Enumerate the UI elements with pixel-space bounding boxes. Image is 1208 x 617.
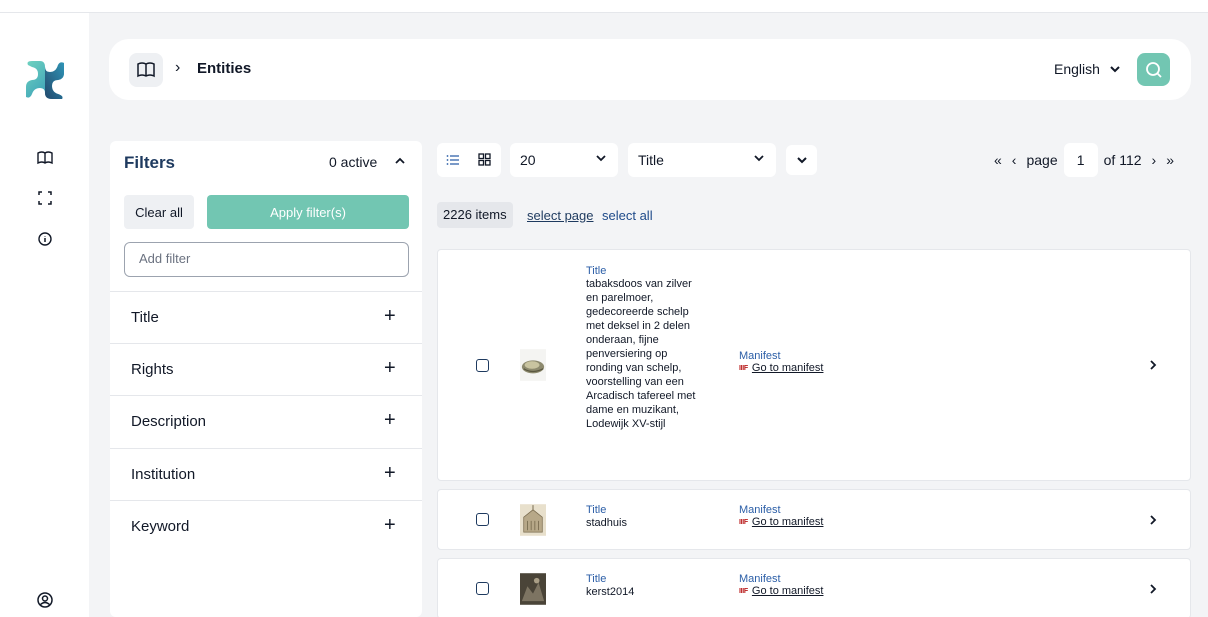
iiif-icon: IIIF [739, 587, 748, 595]
facet-institution[interactable]: Institution + [110, 448, 422, 500]
thumbnail-image[interactable] [520, 503, 546, 537]
open-item-chevron-icon[interactable] [1146, 358, 1160, 372]
title-field: Title tabaksdoos van zilver en parelmoer… [586, 265, 706, 431]
collapse-filters-button[interactable] [392, 152, 408, 168]
page-label: page [1026, 152, 1058, 168]
result-row[interactable]: Title tabaksdoos van zilver en parelmoer… [437, 249, 1191, 481]
page-total: of 112 [1103, 152, 1142, 168]
facet-rights[interactable]: Rights + [110, 343, 422, 395]
result-row[interactable]: Title kerst2014 Manifest IIIF Go to mani… [437, 558, 1191, 617]
title-field: Title stadhuis [586, 504, 706, 530]
fullscreen-icon[interactable] [36, 189, 54, 207]
open-item-chevron-icon[interactable] [1146, 582, 1160, 596]
go-to-manifest-link[interactable]: Go to manifest [752, 362, 824, 374]
title-value: stadhuis [586, 517, 627, 529]
top-bar: › Entities English [109, 39, 1191, 100]
facet-label: Title [131, 309, 159, 326]
apply-filters-button[interactable]: Apply filter(s) [207, 195, 409, 229]
facet-keyword[interactable]: Keyword + [110, 500, 422, 552]
page-size-select[interactable]: 20 [510, 143, 618, 177]
thumbnail-image[interactable] [520, 572, 546, 606]
open-item-chevron-icon[interactable] [1146, 513, 1160, 527]
facet-label: Keyword [131, 518, 190, 535]
sort-field-value: Title [638, 152, 664, 168]
sort-direction-button[interactable] [786, 145, 817, 175]
view-toggle-group [437, 143, 501, 177]
items-count: 2226 items [437, 202, 513, 228]
chevron-down-icon [796, 156, 807, 163]
filters-title: Filters [124, 153, 176, 172]
add-filter-input[interactable]: Add filter [124, 242, 409, 277]
facet-label: Institution [131, 466, 196, 483]
select-page-link[interactable]: select page [527, 208, 594, 223]
first-page-button[interactable]: « [994, 152, 1002, 168]
chevron-down-icon [1110, 65, 1120, 72]
plus-icon: + [384, 357, 396, 379]
pagination: « ‹ page 1 of 112 › » [994, 143, 1174, 177]
chevron-up-icon [395, 157, 405, 164]
go-to-manifest-link[interactable]: Go to manifest [752, 516, 824, 528]
clear-all-button[interactable]: Clear all [124, 195, 194, 229]
manifest-label: Manifest [739, 573, 781, 585]
next-page-button[interactable]: › [1152, 152, 1157, 168]
list-view-icon[interactable] [446, 153, 460, 171]
last-page-button[interactable]: » [1166, 152, 1174, 168]
plus-icon: + [384, 305, 396, 327]
user-icon[interactable] [36, 591, 54, 609]
language-label: English [1054, 61, 1100, 77]
grid-view-icon[interactable] [478, 153, 491, 171]
iiif-icon: IIIF [739, 518, 748, 526]
facet-description[interactable]: Description + [110, 395, 422, 447]
info-icon[interactable] [36, 230, 54, 248]
plus-icon: + [384, 409, 396, 431]
left-rail [0, 13, 89, 617]
page-title: Entities [197, 60, 252, 77]
chevron-down-icon [754, 155, 764, 162]
row-checkbox[interactable] [476, 359, 489, 372]
manifest-field: Manifest IIIF Go to manifest [739, 504, 899, 528]
page-size-value: 20 [520, 152, 536, 168]
breadcrumb-separator: › [175, 59, 181, 76]
app-logo[interactable] [24, 59, 66, 101]
manifest-field: Manifest IIIF Go to manifest [739, 350, 899, 374]
chevron-down-icon [596, 155, 606, 162]
iiif-icon: IIIF [739, 364, 748, 372]
title-label: Title [586, 265, 607, 277]
row-checkbox[interactable] [476, 513, 489, 526]
title-value: tabaksdoos van zilver en parelmoer, gede… [586, 278, 696, 430]
book-icon[interactable] [36, 149, 54, 167]
search-button[interactable] [1137, 53, 1170, 86]
result-row[interactable]: Title stadhuis Manifest IIIF Go to manif… [437, 489, 1191, 550]
thumbnail-image[interactable] [520, 348, 546, 382]
manifest-field: Manifest IIIF Go to manifest [739, 573, 899, 597]
title-value: kerst2014 [586, 586, 635, 598]
breadcrumb-home-button[interactable] [129, 53, 163, 87]
title-label: Title [586, 573, 607, 585]
search-icon [1145, 61, 1162, 78]
plus-icon: + [384, 462, 396, 484]
title-field: Title kerst2014 [586, 573, 706, 599]
go-to-manifest-link[interactable]: Go to manifest [752, 585, 824, 597]
language-selector[interactable]: English [1054, 61, 1120, 77]
facet-title[interactable]: Title + [110, 291, 422, 343]
main-area: › Entities English Filters 0 active Clea… [89, 13, 1208, 617]
title-label: Title [586, 504, 607, 516]
select-all-link[interactable]: select all [602, 208, 653, 223]
facet-label: Description [131, 413, 207, 430]
book-icon [137, 62, 155, 78]
prev-page-button[interactable]: ‹ [1012, 152, 1017, 168]
page-number-input[interactable]: 1 [1063, 143, 1098, 177]
filters-panel: Filters 0 active Clear all Apply filter(… [110, 141, 422, 617]
sort-field-select[interactable]: Title [628, 143, 776, 177]
active-filters-count: 0 active [329, 154, 378, 170]
manifest-label: Manifest [739, 350, 781, 362]
plus-icon: + [384, 514, 396, 536]
manifest-label: Manifest [739, 504, 781, 516]
row-checkbox[interactable] [476, 582, 489, 595]
facet-label: Rights [131, 361, 174, 378]
